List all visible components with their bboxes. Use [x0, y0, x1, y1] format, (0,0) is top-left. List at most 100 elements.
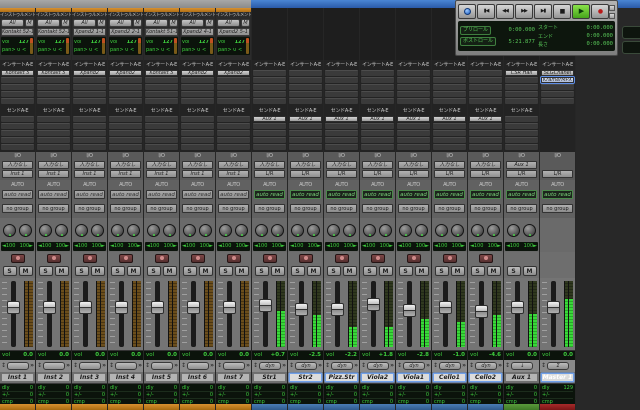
volume-value[interactable]: 0.0: [59, 351, 69, 360]
automation-mode-button[interactable]: auto read: [146, 190, 177, 199]
record-arm-button[interactable]: [155, 254, 169, 263]
input-selector[interactable]: 入力なし: [398, 161, 429, 169]
dyn-button[interactable]: dyn: [475, 362, 497, 370]
volume-fader[interactable]: [83, 281, 88, 347]
send-slot[interactable]: [37, 130, 70, 136]
send-slot[interactable]: [289, 144, 322, 150]
dyn-button[interactable]: [115, 362, 137, 370]
mute-button[interactable]: M: [415, 266, 429, 276]
send-slot[interactable]: Aux 1: [253, 116, 286, 122]
track-name[interactable]: Str1: [253, 373, 286, 382]
pan-left-value[interactable]: ◄100: [470, 242, 483, 251]
input-selector[interactable]: 入力なし: [38, 161, 69, 169]
output-selector[interactable]: Inst 1: [218, 170, 249, 178]
automation-mode-button[interactable]: auto read: [542, 190, 573, 199]
fader-link-icon[interactable]: »: [282, 361, 286, 371]
record-arm-button[interactable]: [407, 254, 421, 263]
pan-right-value[interactable]: 100►: [236, 242, 249, 251]
insert-slot[interactable]: [145, 77, 178, 83]
send-slot[interactable]: [109, 144, 142, 150]
solo-button[interactable]: S: [471, 266, 485, 276]
volume-fader[interactable]: [47, 281, 52, 347]
strip-size-arrows-icon[interactable]: ↕: [217, 361, 222, 371]
solo-button[interactable]: S: [435, 266, 449, 276]
midi-mute-button[interactable]: M: [133, 19, 142, 27]
send-slot[interactable]: [325, 137, 358, 143]
pan-knob-right[interactable]: [379, 224, 392, 237]
send-slot[interactable]: [433, 130, 466, 136]
send-slot[interactable]: [253, 144, 286, 150]
insert-slot[interactable]: [541, 84, 574, 90]
solo-button[interactable]: S: [327, 266, 341, 276]
send-slot[interactable]: [37, 144, 70, 150]
send-slot[interactable]: [73, 144, 106, 150]
pan-left-value[interactable]: ◄100: [2, 242, 15, 251]
pan-knob-right[interactable]: [235, 224, 248, 237]
strip-size-arrows-icon[interactable]: ↕: [109, 361, 114, 371]
group-selector[interactable]: no group: [470, 204, 501, 213]
pan-knob-left[interactable]: [291, 224, 304, 237]
volume-fader[interactable]: [371, 281, 376, 347]
strip-size-arrows-icon[interactable]: ↕: [145, 361, 150, 371]
send-slot[interactable]: [325, 144, 358, 150]
strip-size-arrows-icon[interactable]: ↕: [469, 361, 474, 371]
insert-slot[interactable]: KramerMPX: [541, 77, 574, 83]
insert-slot[interactable]: [73, 98, 106, 104]
pan-right-value[interactable]: 100►: [56, 242, 69, 251]
pan-knob-left[interactable]: [147, 224, 160, 237]
send-slot[interactable]: [361, 137, 394, 143]
pan-right-value[interactable]: 100►: [488, 242, 501, 251]
record-arm-button[interactable]: [119, 254, 133, 263]
mini-pan-value[interactable]: pan> 0 <: [110, 48, 134, 53]
automation-mode-button[interactable]: auto read: [74, 190, 105, 199]
insert-slot[interactable]: Kontakt 5: [1, 70, 34, 76]
insert-slot[interactable]: [469, 70, 502, 76]
send-slot[interactable]: [73, 137, 106, 143]
record-arm-button[interactable]: [263, 254, 277, 263]
solo-button[interactable]: S: [291, 266, 305, 276]
send-slot[interactable]: [217, 116, 250, 122]
mute-button[interactable]: M: [235, 266, 249, 276]
send-slot[interactable]: [1, 130, 34, 136]
insert-slot[interactable]: [253, 70, 286, 76]
mini-vol-value[interactable]: 127: [163, 40, 173, 45]
midi-node-selector[interactable]: Kontakt 52-1: [37, 28, 70, 36]
track-name[interactable]: Inst 1: [1, 373, 34, 382]
insert-slot[interactable]: Kontakt 5: [37, 70, 70, 76]
send-slot[interactable]: [73, 116, 106, 122]
insert-slot[interactable]: [253, 98, 286, 104]
insert-slot[interactable]: [37, 77, 70, 83]
output-selector[interactable]: L/R: [326, 170, 357, 178]
fader-cap[interactable]: [259, 299, 272, 312]
send-slot[interactable]: [361, 144, 394, 150]
insert-slot[interactable]: [73, 84, 106, 90]
send-slot[interactable]: [289, 137, 322, 143]
send-slot[interactable]: [145, 130, 178, 136]
group-selector[interactable]: no group: [362, 204, 393, 213]
automation-mode-button[interactable]: auto read: [290, 190, 321, 199]
send-slot[interactable]: [469, 123, 502, 129]
insert-slot[interactable]: Kontakt 5: [145, 70, 178, 76]
midi-mute-button[interactable]: M: [241, 19, 250, 27]
pan-right-value[interactable]: 100►: [272, 242, 285, 251]
insert-slot[interactable]: [541, 91, 574, 97]
fader-cap[interactable]: [403, 304, 416, 317]
pan-knob-right[interactable]: [199, 224, 212, 237]
insert-slot[interactable]: [289, 91, 322, 97]
fader-cap[interactable]: [331, 303, 344, 316]
insert-slot[interactable]: [253, 84, 286, 90]
volume-value[interactable]: +1.8: [379, 351, 393, 360]
solo-button[interactable]: S: [75, 266, 89, 276]
send-slot[interactable]: [253, 123, 286, 129]
group-selector[interactable]: no group: [506, 204, 537, 213]
output-selector[interactable]: L/R: [542, 170, 573, 178]
mute-button[interactable]: M: [19, 266, 33, 276]
insert-slot[interactable]: [289, 84, 322, 90]
automation-mode-button[interactable]: auto read: [470, 190, 501, 199]
input-selector[interactable]: 入力なし: [434, 161, 465, 169]
send-slot[interactable]: [109, 130, 142, 136]
pan-left-value[interactable]: ◄100: [398, 242, 411, 251]
strip-size-arrows-icon[interactable]: ↕: [397, 361, 402, 371]
dyn-button[interactable]: [187, 362, 209, 370]
track-name[interactable]: Inst 6: [181, 373, 214, 382]
